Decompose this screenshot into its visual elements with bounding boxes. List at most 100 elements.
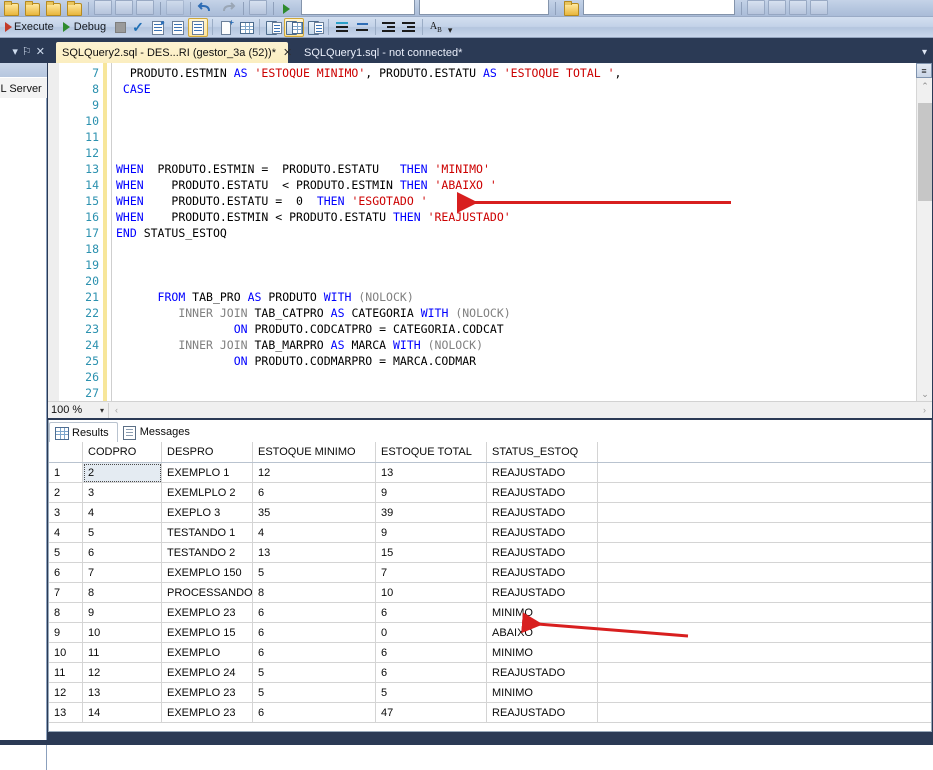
solution-platform-combo[interactable] [419,0,549,15]
grid-col-despro[interactable]: DESPRO [161,442,253,463]
include-client-statistics-icon[interactable] [237,19,255,36]
row-number[interactable]: 11 [49,662,83,683]
cell-despro[interactable]: TESTANDO 2 [161,542,253,563]
cell-estoque-minimo[interactable]: 6 [252,702,376,723]
cell-despro[interactable]: TESTANDO 1 [161,522,253,543]
cell-codpro[interactable]: 9 [82,602,162,623]
uncomment-lines-icon[interactable] [353,19,371,36]
editor-line[interactable]: 18 [48,241,932,257]
solution-config-combo[interactable] [301,0,415,15]
stop-button[interactable] [112,18,129,37]
cell-status-estoq[interactable]: REAJUSTADO [486,522,598,543]
cell-codpro[interactable]: 8 [82,582,162,603]
row-number[interactable]: 1 [49,462,83,483]
row-number[interactable]: 3 [49,502,83,523]
results-grid[interactable]: CODPRO DESPRO ESTOQUE MINIMO ESTOQUE TOT… [49,442,931,723]
cell-estoque-total[interactable]: 5 [375,682,487,703]
table-row[interactable]: 1 2 EXEMPLO 1 12 13 REAJUSTADO [49,462,931,483]
results-to-grid-icon[interactable] [283,17,304,37]
specify-values-for-template-parameters-icon[interactable]: AB [427,19,445,36]
cell-codpro[interactable]: 3 [82,482,162,503]
cell-codpro[interactable]: 12 [82,662,162,683]
cell-estoque-total[interactable]: 39 [375,502,487,523]
table-row[interactable]: 9 10 EXEMPLO 15 6 0 ABAIXO [49,622,931,643]
table-row[interactable]: 11 12 EXEMPLO 24 5 6 REAJUSTADO [49,662,931,683]
cell-codpro[interactable]: 14 [82,702,162,723]
table-row[interactable]: 6 7 EXEMPLO 150 5 7 REAJUSTADO [49,562,931,583]
cell-estoque-total[interactable]: 7 [375,562,487,583]
open-folder-icon[interactable] [63,1,83,16]
cell-estoque-minimo[interactable]: 5 [252,662,376,683]
cell-despro[interactable]: EXEMLPLO 2 [161,482,253,503]
cell-estoque-total[interactable]: 0 [375,622,487,643]
open-project-icon[interactable] [42,1,62,16]
cell-status-estoq[interactable]: REAJUSTADO [486,562,598,583]
cell-status-estoq[interactable]: MINIMO [486,682,598,703]
cell-estoque-total[interactable]: 47 [375,702,487,723]
table-row[interactable]: 4 5 TESTANDO 1 4 9 REAJUSTADO [49,522,931,543]
editor-horizontal-scrollbar[interactable] [124,402,917,418]
row-number[interactable]: 6 [49,562,83,583]
row-number[interactable]: 4 [49,522,83,543]
cell-estoque-total[interactable]: 9 [375,522,487,543]
editor-line[interactable]: 9 [48,97,932,113]
scroll-up-arrow-icon[interactable]: ⌃ [917,79,932,93]
cell-status-estoq[interactable]: REAJUSTADO [486,702,598,723]
cell-estoque-minimo[interactable]: 5 [252,562,376,583]
cell-estoque-minimo[interactable]: 13 [252,542,376,563]
editor-line[interactable]: 13 WHEN PRODUTO.ESTMIN = PRODUTO.ESTATU T… [48,161,932,177]
editor-line[interactable]: 20 [48,273,932,289]
grid-col-rowheader[interactable] [49,442,83,463]
cell-status-estoq[interactable]: MINIMO [486,602,598,623]
cell-despro[interactable]: EXEMPLO 23 [161,682,253,703]
tab-sqlquery2[interactable]: SQLQuery2.sql - DES...RI (gestor_3a (52)… [56,42,292,63]
cell-despro[interactable]: EXEMPLO 15 [161,622,253,643]
cell-estoque-minimo[interactable]: 6 [252,482,376,503]
cell-codpro[interactable]: 5 [82,522,162,543]
editor-line[interactable]: 23 ON PRODUTO.CODCATPRO = CATEGORIA.CODC… [48,321,932,337]
close-icon[interactable]: ✕ [36,46,45,58]
cell-estoque-total[interactable]: 15 [375,542,487,563]
editor-vertical-scrollbar[interactable]: ≡ ⌃ ⌄ [916,63,932,401]
editor-line[interactable]: 26 [48,369,932,385]
editor-line[interactable]: 21 FROM TAB_PRO AS PRODUTO WITH (NOLOCK) [48,289,932,305]
editor-line[interactable]: 22 INNER JOIN TAB_CATPRO AS CATEGORIA WI… [48,305,932,321]
tab-sqlquery1[interactable]: SQLQuery1.sql - not connected* [298,42,468,63]
cell-status-estoq[interactable]: REAJUSTADO [486,502,598,523]
cell-codpro[interactable]: 11 [82,642,162,663]
cell-status-estoq[interactable]: REAJUSTADO [486,462,598,483]
cell-codpro[interactable]: 6 [82,542,162,563]
toolbar-overflow-chevron[interactable]: ▾ [448,25,453,36]
editor-line[interactable]: 7 PRODUTO.ESTMIN AS 'ESTOQUE MINIMO', PR… [48,65,932,81]
cell-despro[interactable]: EXEPLO 3 [161,502,253,523]
properties-window-icon[interactable] [768,0,786,15]
cell-codpro[interactable]: 4 [82,502,162,523]
cell-despro[interactable]: EXEMPLO 150 [161,562,253,583]
cell-estoque-minimo[interactable]: 12 [252,462,376,483]
table-row[interactable]: 2 3 EXEMLPLO 2 6 9 REAJUSTADO [49,482,931,503]
cell-estoque-total[interactable]: 6 [375,602,487,623]
editor-line[interactable]: 16 WHEN PRODUTO.ESTMIN < PRODUTO.ESTATU T… [48,209,932,225]
grid-col-estoque-total[interactable]: ESTOQUE TOTAL [375,442,487,463]
redo-icon[interactable] [219,2,236,14]
open-file-toolbar-icon[interactable] [560,1,580,16]
sidebar-item-sql-server[interactable]: QL Server [0,77,47,99]
row-number[interactable]: 2 [49,482,83,503]
increase-indent-icon[interactable] [400,19,418,36]
find-icon[interactable] [747,0,765,15]
editor-line[interactable]: 8 CASE [48,81,932,97]
cell-estoque-total[interactable]: 13 [375,462,487,483]
hscroll-right-arrow-icon[interactable]: › [917,403,932,418]
tab-close-icon[interactable]: ✕ [283,46,292,59]
object-explorer-icon[interactable] [810,0,828,15]
debug-button[interactable]: Debug [60,18,112,37]
scroll-down-arrow-icon[interactable]: ⌄ [917,387,932,401]
cell-estoque-minimo[interactable]: 4 [252,522,376,543]
include-actual-execution-plan-icon[interactable]: + [217,18,235,36]
open-file-icon[interactable] [21,1,41,16]
chevron-down-icon[interactable]: ▾ [12,46,18,58]
save-icon[interactable] [94,0,112,15]
tab-overflow-chevron-icon[interactable]: ▾ [922,47,927,58]
hscroll-left-arrow-icon[interactable]: ‹ [109,403,124,418]
editor-line[interactable]: 19 [48,257,932,273]
